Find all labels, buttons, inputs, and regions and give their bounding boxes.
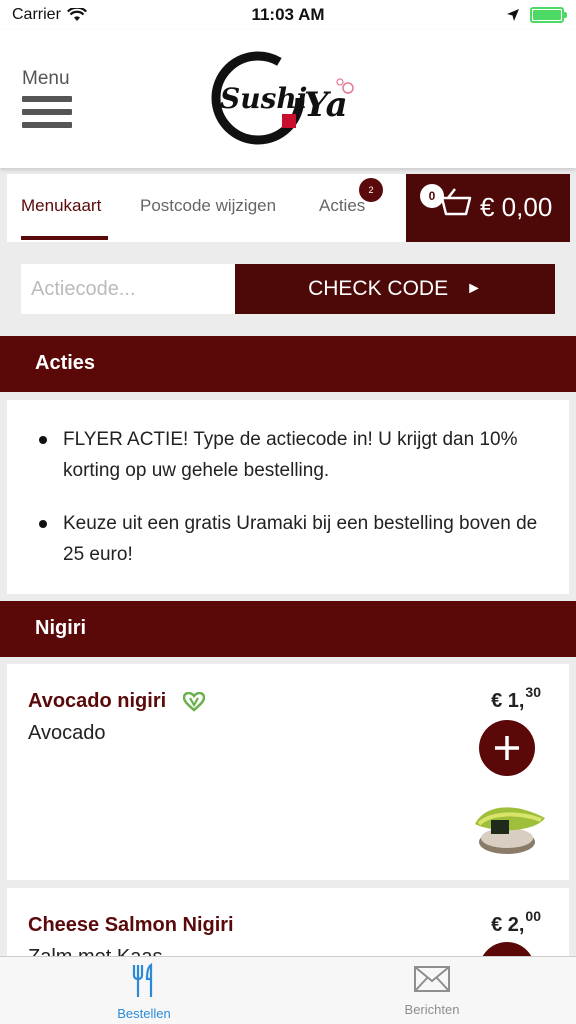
tab-bestellen-label: Bestellen bbox=[117, 1006, 171, 1021]
hamburger-bar bbox=[22, 109, 72, 115]
product-name: Avocado nigiri bbox=[28, 690, 167, 712]
price-main: € 2, bbox=[491, 914, 525, 936]
cart-total: € 0,00 bbox=[480, 192, 553, 222]
list-item: Keuze uit een gratis Uramaki bij een bes… bbox=[37, 508, 539, 570]
tab-acties[interactable]: Acties bbox=[319, 174, 365, 242]
acties-count-badge: 2 bbox=[359, 178, 383, 202]
svg-text:Sushi: Sushi bbox=[220, 82, 307, 115]
product-price: € 2,00 bbox=[491, 908, 541, 937]
tab-berichten-label: Berichten bbox=[404, 1002, 460, 1017]
product-name: Cheese Salmon Nigiri bbox=[28, 914, 234, 936]
price-cents: 00 bbox=[525, 908, 541, 924]
action-code-input[interactable] bbox=[21, 264, 235, 314]
cart-button[interactable]: 0 € 0,00 bbox=[406, 174, 570, 242]
active-tab-indicator bbox=[21, 236, 108, 240]
sushi-ya-logo: Sushi Ya bbox=[211, 51, 354, 145]
section-header-nigiri: Nigiri bbox=[0, 601, 576, 657]
check-code-button[interactable]: CHECK CODE ► bbox=[235, 264, 555, 314]
play-arrow-icon: ► bbox=[466, 280, 482, 297]
action-code-form: CHECK CODE ► bbox=[21, 264, 555, 314]
tab-bestellen[interactable]: Bestellen bbox=[74, 962, 214, 1021]
price-cents: 30 bbox=[525, 684, 541, 700]
bottom-tab-bar: Bestellen Berichten bbox=[0, 956, 576, 1024]
check-code-label: CHECK CODE bbox=[308, 277, 449, 300]
product-card-avocado-nigiri[interactable]: Avocado nigiri Avocado € 1,30 bbox=[7, 664, 569, 880]
hamburger-bar bbox=[22, 122, 72, 128]
menu-label: Menu bbox=[22, 68, 70, 89]
envelope-icon bbox=[414, 966, 450, 992]
menu-button[interactable]: Menu bbox=[22, 68, 74, 135]
acties-list: FLYER ACTIE! Type de actiecode in! U kri… bbox=[7, 400, 569, 594]
list-item: FLYER ACTIE! Type de actiecode in! U kri… bbox=[37, 424, 539, 486]
product-price: € 1,30 bbox=[491, 684, 541, 713]
vegetarian-heart-icon bbox=[183, 692, 205, 712]
svg-text:Ya: Ya bbox=[304, 85, 348, 125]
status-time: 11:03 AM bbox=[251, 5, 325, 24]
cutlery-icon bbox=[132, 962, 153, 997]
status-bar: Carrier 11:03 AM bbox=[0, 0, 576, 30]
battery-icon bbox=[530, 7, 567, 23]
hamburger-icon bbox=[22, 96, 72, 102]
add-to-cart-button[interactable] bbox=[479, 720, 535, 776]
tab-berichten[interactable]: Berichten bbox=[362, 963, 502, 1017]
basket-icon bbox=[440, 188, 472, 216]
section-header-acties: Acties bbox=[0, 336, 576, 392]
product-image bbox=[475, 807, 545, 854]
app-header: Menu Sushi Ya bbox=[0, 30, 576, 168]
price-main: € 1, bbox=[491, 690, 525, 712]
plus-icon bbox=[495, 736, 519, 760]
tab-menukaart[interactable]: Menukaart bbox=[21, 174, 101, 242]
product-description: Avocado bbox=[28, 722, 106, 744]
tab-postcode-wijzigen[interactable]: Postcode wijzigen bbox=[140, 174, 276, 242]
